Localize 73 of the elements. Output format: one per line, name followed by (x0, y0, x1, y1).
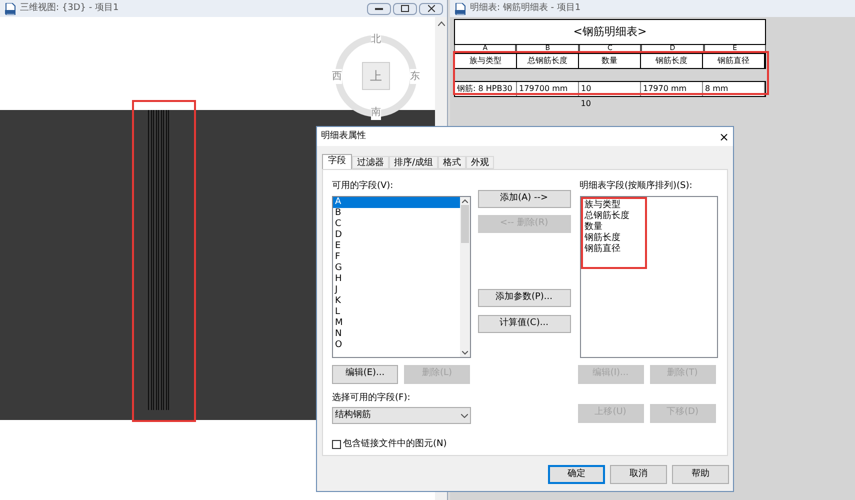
button[interactable]: 编辑(E)... (332, 364, 398, 384)
highlight-frame (580, 196, 646, 268)
close-button[interactable] (419, 2, 443, 14)
table-cell: 179700 mm (517, 82, 579, 96)
checkbox-label: 包含链接文件中的图元(N) (343, 438, 447, 451)
list-item[interactable]: N (333, 328, 460, 340)
minimize-button[interactable] (367, 2, 391, 14)
list-item[interactable]: K (333, 296, 460, 306)
window-title: 明细表: 钢筋明细表 - 项目1 (470, 2, 581, 15)
list-item[interactable]: G (333, 262, 460, 274)
close-icon (428, 5, 434, 12)
list-item[interactable]: F (333, 252, 460, 262)
file-icon (4, 2, 16, 14)
list-item[interactable]: D (333, 230, 460, 240)
restore-button[interactable] (393, 2, 417, 14)
column-header: 总钢筋长度 (517, 54, 579, 68)
list-item[interactable]: 钢筋直径 (584, 244, 620, 254)
minimize-icon (375, 7, 383, 10)
tab[interactable]: 排序/成组 (389, 156, 438, 169)
total-cell-text: 10 (580, 98, 592, 110)
dialog-title: 明细表属性 (321, 130, 366, 143)
window-title: 三维视图: {3D} - 项目1 (20, 2, 119, 15)
column-header: 族与类型 (455, 54, 517, 68)
scrollbar[interactable] (460, 196, 470, 356)
tab[interactable]: 外观 (466, 156, 494, 169)
field-select[interactable]: 结构钢筋 (332, 407, 470, 424)
column-header: 钢筋直径 (703, 54, 765, 68)
field-label: 明细表字段(按顺序排列)(S): (580, 180, 694, 193)
schedule-title: <钢筋明细表> (454, 19, 766, 45)
button[interactable]: 确定 (548, 465, 605, 484)
table-cell: 钢筋: 8 HPB30 (455, 82, 517, 96)
tab[interactable]: 字段 (322, 154, 352, 169)
compass-label[interactable]: 西 (332, 68, 342, 84)
scroll-thumb[interactable] (460, 204, 468, 242)
schedule-fields-list[interactable]: 族与类型 总钢筋长度 数量 钢筋长度 钢筋直径 (580, 196, 718, 358)
restore-icon (401, 5, 409, 12)
button[interactable]: 计算值(C)... (478, 315, 570, 333)
dropdown-icon (460, 414, 468, 418)
compass-label[interactable]: 东 (410, 68, 420, 84)
column-header: 数量 (579, 54, 641, 68)
file-icon (454, 2, 466, 14)
list-item[interactable]: J (333, 284, 460, 296)
checkbox[interactable] (332, 440, 341, 450)
column-header: 钢筋长度 (641, 54, 703, 68)
list-item[interactable]: 数量 (584, 222, 602, 232)
list-item[interactable]: A (333, 196, 460, 208)
list-item[interactable]: 族与类型 (584, 200, 620, 210)
tab[interactable]: 格式 (438, 156, 466, 169)
list-item[interactable]: O (333, 340, 460, 350)
table-cell: 8 mm (703, 82, 765, 96)
list-item[interactable]: E (333, 240, 460, 252)
scroll-up-icon (438, 21, 444, 26)
button[interactable]: 添加参数(P)... (478, 289, 570, 307)
list-item[interactable]: L (333, 306, 460, 318)
field-label: 选择可用的字段(F): (332, 392, 412, 404)
button[interactable]: 添加(A) --> (478, 190, 570, 208)
list-item[interactable]: C (333, 218, 460, 230)
button[interactable]: 取消 (610, 465, 667, 484)
list-item[interactable]: 总钢筋长度 (584, 210, 630, 222)
button[interactable]: 帮助 (672, 465, 729, 484)
table-cell: 10 (579, 82, 641, 96)
available-fields-list[interactable]: A B C D E F G H J K L M N O (332, 196, 470, 358)
list-item[interactable]: 钢筋长度 (584, 232, 620, 244)
close-button[interactable]: × (718, 130, 729, 142)
table-cell: 17970 mm (641, 82, 703, 96)
compass-label[interactable]: 南 (371, 105, 381, 120)
list-item[interactable]: M (333, 318, 460, 328)
scroll-up-icon (462, 198, 468, 202)
tab[interactable]: 过滤器 (352, 156, 389, 169)
list-item[interactable]: H (333, 274, 460, 284)
list-item[interactable]: B (333, 208, 460, 218)
scroll-down-icon (462, 350, 468, 354)
field-label: 可用的字段(V): (332, 180, 394, 193)
